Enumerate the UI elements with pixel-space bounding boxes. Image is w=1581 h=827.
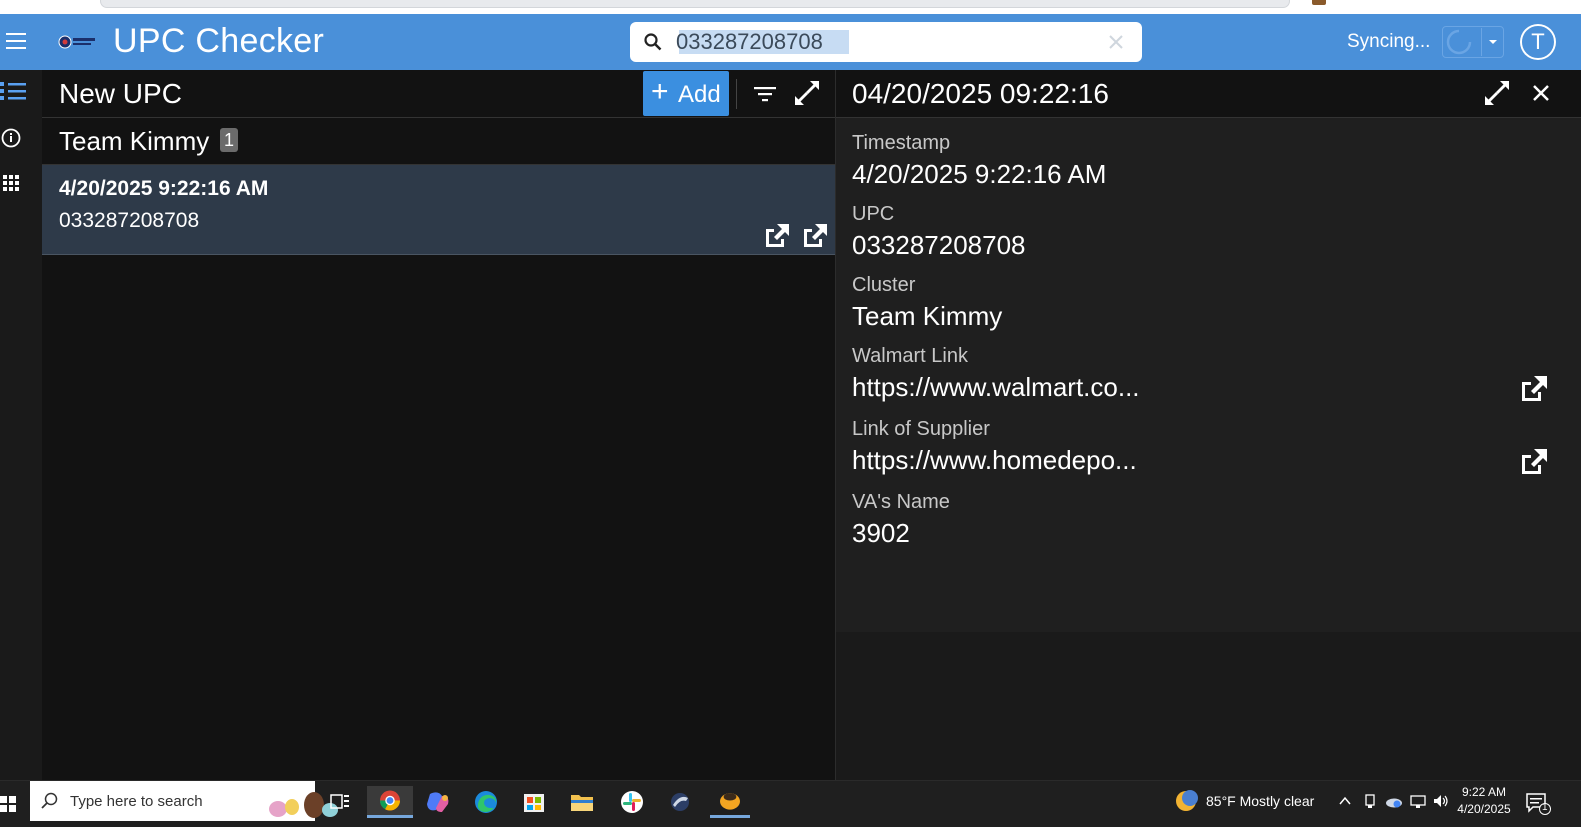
app-icon[interactable]	[710, 786, 750, 818]
app-header: UPC Checker Syncing... T	[0, 14, 1581, 70]
field-value: 3902	[852, 518, 910, 548]
add-button[interactable]: + Add	[643, 71, 729, 116]
plus-icon: +	[651, 75, 669, 108]
record-timestamp: 4/20/2025 9:22:16 AM	[59, 177, 269, 200]
upc-search-box[interactable]	[630, 22, 1142, 62]
user-avatar[interactable]: T	[1522, 26, 1554, 58]
record-detail-panel: 04/20/2025 09:22:16 Timestamp 4/20/2025 …	[836, 70, 1581, 780]
store-app-icon[interactable]	[514, 786, 554, 818]
windows-start-icon[interactable]	[0, 793, 18, 815]
record-upc: 033287208708	[59, 209, 200, 232]
side-rail	[0, 70, 42, 780]
caret-down-icon	[1489, 40, 1497, 44]
field-label: Walmart Link	[852, 345, 968, 367]
add-button-label: Add	[678, 81, 721, 108]
edge-app-icon[interactable]	[466, 786, 506, 818]
field-value[interactable]: https://www.homedepo...	[852, 445, 1552, 476]
detail-empty-area	[836, 632, 1581, 780]
network-icon[interactable]	[1409, 791, 1427, 811]
group-header[interactable]: Team Kimmy 1	[42, 118, 835, 165]
field-label: Timestamp	[852, 132, 951, 154]
field-label: Link of Supplier	[852, 418, 990, 440]
field-label: VA's Name	[852, 491, 950, 513]
header-divider	[736, 79, 737, 109]
field-supplier-link: Link of Supplier https://www.homedepo...	[852, 418, 1552, 476]
group-count-badge: 1	[220, 128, 238, 152]
info-icon[interactable]	[0, 122, 32, 154]
slack-app-icon[interactable]	[612, 786, 652, 818]
clock-date: 4/20/2025	[1457, 802, 1511, 816]
sync-control[interactable]	[1442, 26, 1504, 58]
notification-count: 1	[1542, 802, 1548, 813]
chevron-up-icon[interactable]	[1338, 791, 1352, 811]
field-value: 4/20/2025 9:22:16 AM	[852, 159, 1107, 189]
browser-address-bar[interactable]	[100, 0, 1290, 8]
walmart-link-icon[interactable]	[762, 221, 792, 249]
apps-grid-icon[interactable]	[0, 166, 32, 198]
field-label: UPC	[852, 203, 895, 225]
list-header: New UPC + Add	[42, 70, 835, 118]
sync-status-label: Syncing...	[1347, 31, 1431, 52]
clear-icon[interactable]	[1106, 32, 1126, 52]
filter-icon[interactable]	[752, 82, 778, 106]
list-title: New UPC	[59, 78, 182, 109]
app-title: UPC Checker	[113, 22, 325, 60]
field-va-name: VA's Name 3902	[852, 491, 1552, 549]
device-icon[interactable]	[1362, 791, 1378, 811]
open-walmart-link-icon[interactable]	[1518, 373, 1550, 403]
weather-moon-icon	[1176, 790, 1198, 811]
field-cluster: Cluster Team Kimmy	[852, 274, 1552, 332]
browser-toolbar	[0, 0, 1581, 14]
search-input[interactable]	[676, 28, 1096, 56]
upc-list-panel: New UPC + Add Team Kimmy 1 4/20/2025 9:2…	[42, 70, 835, 780]
close-icon[interactable]	[1530, 82, 1552, 104]
detail-title: 04/20/2025 09:22:16	[852, 78, 1109, 109]
field-label: Cluster	[852, 274, 916, 296]
menu-icon[interactable]	[6, 33, 26, 51]
field-value[interactable]: https://www.walmart.co...	[852, 372, 1552, 403]
list-view-icon[interactable]	[0, 76, 32, 108]
taskbar-clock[interactable]: 9:22 AM 4/20/2025	[1452, 784, 1516, 818]
chrome-app-icon[interactable]	[367, 786, 413, 818]
expand-icon[interactable]	[1482, 78, 1512, 108]
clock-time: 9:22 AM	[1461, 785, 1507, 799]
field-timestamp: Timestamp 4/20/2025 9:22:16 AM	[852, 132, 1552, 190]
weather-text: 85°F Mostly clear	[1206, 793, 1315, 809]
field-walmart-link: Walmart Link https://www.walmart.co...	[852, 345, 1552, 403]
os-taskbar: Type here to search 85°F Mostly clear 9:…	[0, 780, 1581, 827]
group-name: Team Kimmy	[59, 126, 210, 156]
open-supplier-link-icon[interactable]	[1518, 446, 1550, 476]
task-view-icon[interactable]	[320, 786, 360, 818]
onedrive-icon[interactable]	[1384, 791, 1404, 811]
volume-icon[interactable]	[1432, 791, 1450, 811]
field-value: 033287208708	[852, 230, 1026, 260]
search-icon	[41, 792, 58, 809]
copilot-app-icon[interactable]	[418, 786, 458, 818]
field-value: Team Kimmy	[852, 301, 1003, 331]
detail-header: 04/20/2025 09:22:16	[836, 70, 1581, 118]
sync-dropdown-button[interactable]	[1481, 28, 1503, 56]
file-explorer-icon[interactable]	[562, 786, 602, 818]
field-upc: UPC 033287208708	[852, 203, 1552, 261]
sync-spinner-icon	[1446, 29, 1472, 55]
app-logo-icon	[58, 35, 95, 49]
list-item[interactable]: 4/20/2025 9:22:16 AM 033287208708	[42, 165, 835, 255]
supplier-link-icon[interactable]	[800, 221, 830, 249]
taskbar-search-placeholder: Type here to search	[70, 793, 203, 810]
expand-icon[interactable]	[792, 78, 822, 108]
taskbar-search[interactable]: Type here to search	[30, 781, 338, 821]
browser-extension-icon[interactable]	[1312, 0, 1326, 5]
app-icon[interactable]	[660, 786, 700, 818]
notification-center-button[interactable]: 1	[1525, 791, 1551, 815]
detail-fields: Timestamp 4/20/2025 9:22:16 AM UPC 03328…	[836, 118, 1581, 632]
search-icon	[644, 33, 662, 51]
